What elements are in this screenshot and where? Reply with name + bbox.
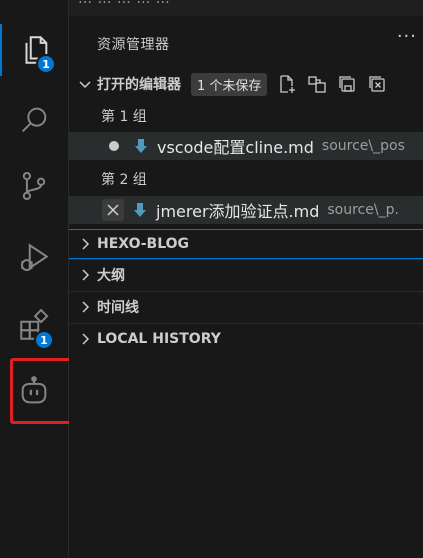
section-timeline[interactable]: 时间线 <box>69 291 423 322</box>
markdown-file-icon <box>134 203 146 217</box>
title-bar-text: … … … … … <box>78 0 170 7</box>
chevron-right-icon <box>82 238 90 250</box>
chevron-right-icon <box>82 301 90 313</box>
section-title: 大纲 <box>97 268 125 284</box>
chevron-down-icon <box>79 81 91 89</box>
section-title: 时间线 <box>97 300 139 316</box>
explorer-button[interactable]: 1 <box>0 24 68 76</box>
open-editor-path: source\_p. <box>327 202 399 218</box>
open-editors-header[interactable]: 打开的编辑器 1 个未保存 <box>69 72 423 96</box>
group-1-label: 第 1 组 <box>101 109 147 125</box>
close-icon <box>107 204 119 216</box>
more-actions-button[interactable]: ··· <box>397 26 417 47</box>
source-control-button[interactable] <box>0 160 68 212</box>
explorer-badge: 1 <box>36 54 56 74</box>
group-2-label: 第 2 组 <box>101 172 147 188</box>
unsaved-badge: 1 个未保存 <box>191 72 268 96</box>
save-all-icon[interactable] <box>337 74 357 94</box>
activity-bar: 1 1 <box>0 0 78 558</box>
close-editor-button[interactable] <box>102 199 124 221</box>
source-control-icon <box>22 171 46 201</box>
chevron-right-icon <box>82 269 90 281</box>
open-editor-path: source\_pos <box>321 138 405 154</box>
copilot-highlight-box <box>10 358 78 424</box>
new-untitled-file-icon[interactable] <box>277 74 297 94</box>
section-hexo-blog[interactable]: HEXO-BLOG <box>69 229 423 259</box>
extensions-badge: 1 <box>34 330 54 350</box>
extensions-button[interactable]: 1 <box>0 300 68 352</box>
chevron-right-icon <box>82 333 90 345</box>
section-title: LOCAL HISTORY <box>97 331 221 347</box>
open-editor-item[interactable]: vscode配置cline.md source\_pos <box>69 132 423 160</box>
section-outline[interactable]: 大纲 <box>69 259 423 290</box>
section-title: HEXO-BLOG <box>97 236 190 252</box>
toggle-layout-icon[interactable] <box>307 74 327 94</box>
run-debug-icon <box>20 243 49 272</box>
unsaved-dot-icon[interactable] <box>109 141 119 151</box>
search-button[interactable] <box>0 94 68 146</box>
run-debug-button[interactable] <box>0 232 68 284</box>
close-all-icon[interactable] <box>367 74 387 94</box>
open-editor-filename: jmerer添加验证点.md <box>156 202 320 221</box>
explorer-sidebar: 资源管理器 ··· 打开的编辑器 1 个未保存 第 1 组 vscode配置cl… <box>69 16 423 558</box>
open-editors-title: 打开的编辑器 <box>97 77 181 93</box>
open-editor-filename: vscode配置cline.md <box>157 138 314 157</box>
open-editor-item[interactable]: jmerer添加验证点.md source\_p. <box>69 196 423 224</box>
search-icon <box>21 107 47 133</box>
explorer-title: 资源管理器 <box>97 37 170 53</box>
section-local-history[interactable]: LOCAL HISTORY <box>69 323 423 354</box>
markdown-file-icon <box>135 139 147 153</box>
